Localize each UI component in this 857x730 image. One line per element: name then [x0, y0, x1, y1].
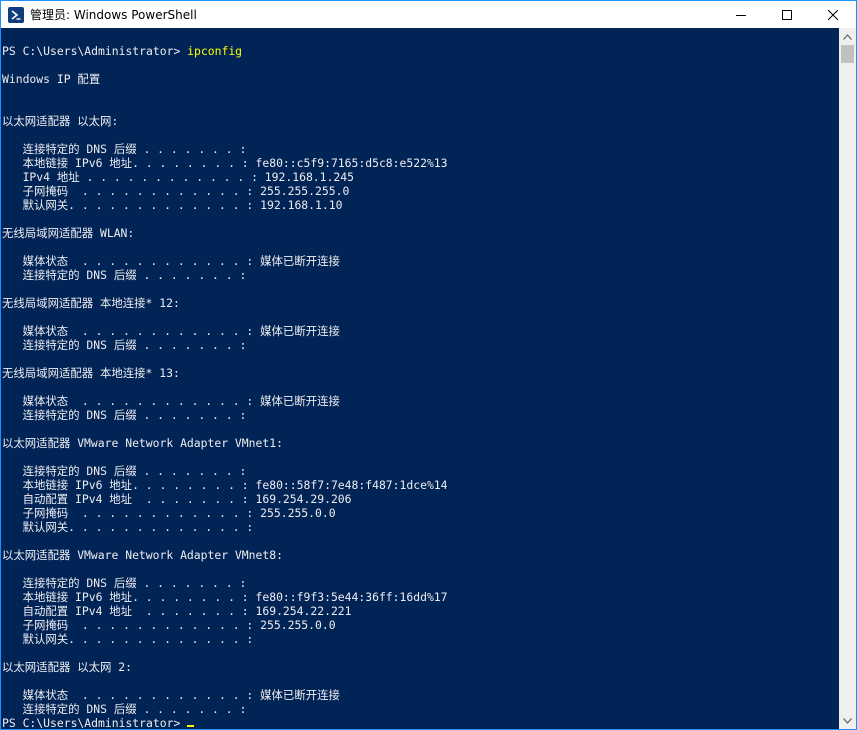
- command-text: ipconfig: [187, 44, 243, 58]
- maximize-icon: [782, 9, 792, 20]
- command-output: Windows IP 配置 以太网适配器 以太网: 连接特定的 DNS 后缀 .…: [2, 72, 448, 716]
- minimize-icon: [736, 14, 746, 16]
- chevron-up-icon: [843, 33, 852, 40]
- close-button[interactable]: [810, 1, 856, 28]
- window-title: 管理员: Windows PowerShell: [30, 8, 197, 22]
- text-cursor: [187, 725, 195, 727]
- minimize-button[interactable]: [718, 1, 764, 28]
- scroll-down-button[interactable]: [839, 712, 856, 729]
- window-controls: [718, 1, 856, 28]
- chevron-down-icon: [843, 717, 852, 724]
- terminal-output: PS C:\Users\Administrator> ipconfig Wind…: [1, 28, 839, 729]
- title-bar[interactable]: 管理员: Windows PowerShell: [1, 1, 856, 28]
- console-area[interactable]: PS C:\Users\Administrator> ipconfig Wind…: [1, 28, 839, 729]
- scrollbar-thumb[interactable]: [841, 45, 854, 63]
- maximize-button[interactable]: [764, 1, 810, 28]
- vertical-scrollbar[interactable]: [839, 28, 856, 729]
- powershell-icon[interactable]: [8, 6, 24, 23]
- prompt: PS C:\Users\Administrator>: [2, 44, 188, 58]
- final-prompt: PS C:\Users\Administrator>: [2, 716, 188, 729]
- close-icon: [828, 9, 838, 20]
- powershell-window: 管理员: Windows PowerShell PS C:\Users\Admi…: [0, 0, 857, 730]
- scroll-up-button[interactable]: [839, 28, 856, 45]
